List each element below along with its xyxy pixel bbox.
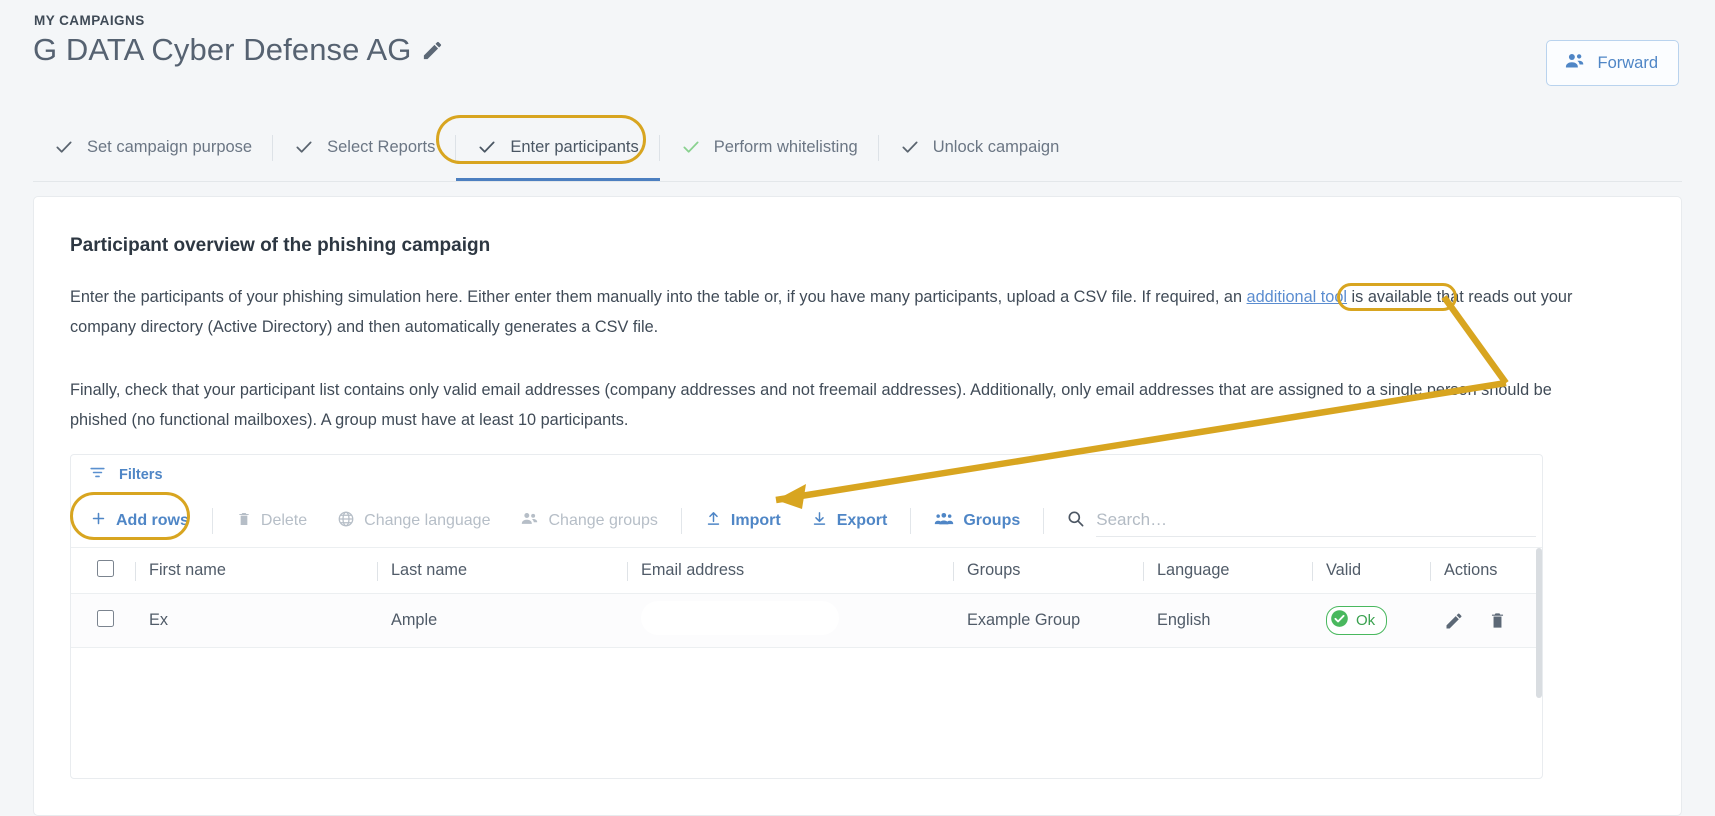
check-icon	[477, 137, 497, 157]
row-select-cell	[71, 593, 135, 648]
pencil-icon[interactable]	[421, 39, 444, 62]
filter-icon[interactable]	[88, 463, 107, 487]
check-icon	[681, 137, 701, 157]
card-title: Participant overview of the phishing cam…	[70, 235, 491, 256]
page-header: MY CAMPAIGNS G DATA Cyber Defense AG For…	[0, 0, 1715, 108]
steps-divider	[33, 181, 1682, 182]
import-button[interactable]: Import	[690, 503, 796, 539]
groups-label: Groups	[963, 512, 1021, 529]
delete-button[interactable]: Delete	[221, 503, 322, 539]
column-first-name[interactable]: First name	[135, 547, 377, 594]
check-circle-icon	[1330, 609, 1349, 632]
table-toolbar: Add rows Delete Change language Change g…	[71, 495, 1542, 547]
forward-button[interactable]: Forward	[1546, 40, 1679, 86]
step-enter-participants[interactable]: Enter participants	[456, 113, 661, 181]
filters-row: Filters	[71, 455, 1542, 495]
select-all-checkbox[interactable]	[97, 559, 114, 577]
redacted-email	[641, 601, 839, 635]
export-button[interactable]: Export	[796, 503, 903, 539]
table-header-row: First name Last name Email address Group…	[71, 547, 1542, 594]
step-label: Select Reports	[327, 137, 436, 156]
upload-icon	[705, 510, 722, 532]
check-icon	[900, 137, 920, 157]
table-header: First name Last name Email address Group…	[71, 547, 1542, 594]
check-icon	[294, 137, 314, 157]
toolbar-divider	[211, 508, 213, 534]
cell-last-name: Ample	[377, 593, 627, 648]
add-rows-button[interactable]: Add rows	[75, 503, 204, 539]
plus-icon	[90, 510, 107, 532]
change-language-button[interactable]: Change language	[322, 503, 505, 539]
validation-paragraph: Finally, check that your participant lis…	[70, 381, 1552, 429]
people-icon	[1564, 50, 1585, 76]
step-set-campaign-purpose[interactable]: Set campaign purpose	[33, 113, 274, 181]
cell-first-name: Ex	[135, 593, 377, 648]
groups-button[interactable]: Groups	[919, 503, 1035, 539]
step-select-reports[interactable]: Select Reports	[273, 113, 457, 181]
cell-actions	[1430, 593, 1542, 648]
status-badge-label: Ok	[1356, 612, 1376, 629]
step-unlock-campaign[interactable]: Unlock campaign	[879, 113, 1081, 181]
people-group-icon	[934, 509, 954, 534]
search-icon	[1066, 509, 1085, 533]
column-groups[interactable]: Groups	[953, 547, 1143, 594]
participants-card: Participant overview of the phishing cam…	[33, 196, 1682, 816]
globe-icon	[337, 510, 355, 533]
participants-table: First name Last name Email address Group…	[71, 547, 1542, 648]
cell-valid: Ok	[1312, 593, 1430, 648]
cell-groups: Example Group	[953, 593, 1143, 648]
search-input[interactable]	[1096, 505, 1536, 537]
forward-button-label: Forward	[1597, 53, 1658, 72]
download-icon	[811, 510, 828, 532]
add-rows-label: Add rows	[116, 512, 189, 529]
row-checkbox[interactable]	[97, 609, 114, 627]
toolbar-divider	[680, 508, 682, 534]
people-icon	[520, 509, 539, 533]
step-label: Unlock campaign	[932, 137, 1060, 156]
status-badge: Ok	[1326, 606, 1388, 635]
search-area	[1052, 505, 1542, 537]
toolbar-divider	[910, 508, 912, 534]
step-label: Perform whitelisting	[713, 137, 858, 156]
breadcrumb: MY CAMPAIGNS	[34, 13, 145, 28]
step-label: Set campaign purpose	[87, 137, 253, 156]
intro-paragraph-text-a: Enter the participants of your phishing …	[70, 288, 1247, 306]
edit-row-button[interactable]	[1444, 611, 1464, 631]
column-email-address[interactable]: Email address	[627, 547, 953, 594]
cell-language: English	[1143, 593, 1312, 648]
page-title: G DATA Cyber Defense AG	[33, 32, 412, 67]
table-vertical-scrollbar[interactable]	[1536, 548, 1542, 698]
select-all-header	[71, 547, 135, 594]
toolbar-divider	[1043, 508, 1045, 534]
change-groups-label: Change groups	[548, 512, 658, 529]
step-perform-whitelisting[interactable]: Perform whitelisting	[660, 113, 879, 181]
export-label: Export	[836, 512, 888, 529]
table-body: Ex Ample Example Group English Ok	[71, 593, 1542, 648]
additional-tool-link[interactable]: additional tool	[1247, 288, 1347, 306]
filters-label[interactable]: Filters	[119, 467, 163, 483]
cell-email-address	[627, 593, 953, 648]
check-icon	[54, 137, 74, 157]
column-valid[interactable]: Valid	[1312, 547, 1430, 594]
column-actions: Actions	[1430, 547, 1542, 594]
intro-paragraph: Enter the participants of your phishing …	[70, 282, 1580, 342]
table-row[interactable]: Ex Ample Example Group English Ok	[71, 593, 1542, 648]
import-label: Import	[730, 512, 781, 529]
step-label: Enter participants	[510, 137, 639, 156]
participants-table-panel: Filters Add rows Delete Change language …	[70, 454, 1543, 779]
trash-icon	[236, 511, 252, 532]
change-groups-button[interactable]: Change groups	[505, 503, 672, 539]
column-language[interactable]: Language	[1143, 547, 1312, 594]
campaign-steps: Set campaign purpose Select Reports Ente…	[33, 112, 1682, 182]
change-language-label: Change language	[364, 512, 491, 529]
delete-label: Delete	[260, 512, 308, 529]
title-row: G DATA Cyber Defense AG	[33, 32, 444, 68]
column-last-name[interactable]: Last name	[377, 547, 627, 594]
delete-row-button[interactable]	[1488, 611, 1507, 630]
